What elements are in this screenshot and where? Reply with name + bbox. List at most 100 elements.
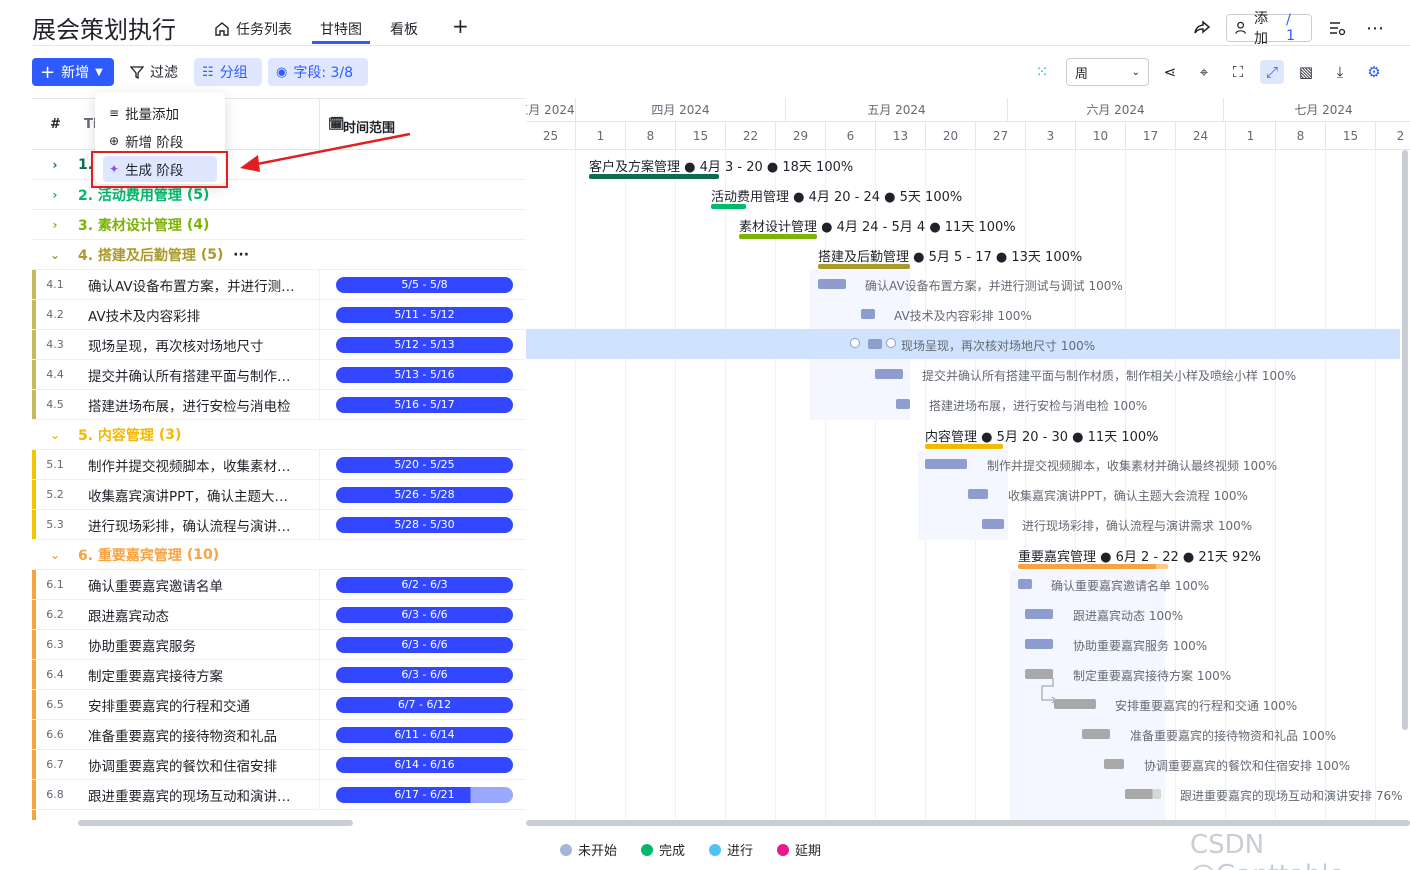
page-title: 展会策划执行 [32, 16, 176, 44]
chevron-down-icon[interactable]: ⌄ [32, 428, 78, 442]
task-bar-label: 进行现场彩排，确认流程与演讲需求 100% [1022, 519, 1253, 533]
task-bar[interactable] [861, 309, 875, 319]
table-row[interactable]: 6.2 跟进嘉宾动态 6/3 - 6/6 [32, 600, 526, 630]
range-pill: 5/28 - 5/30 [336, 516, 513, 533]
dependency-icon[interactable]: ⋖ [1158, 60, 1182, 84]
range-pill: 6/14 - 6/16 [336, 756, 513, 773]
day-header: 27 [976, 122, 1026, 150]
group-span-bar[interactable] [818, 264, 910, 269]
row-name: 收集嘉宾演讲PPT，确认主题大… [78, 480, 320, 509]
link-handle[interactable] [850, 338, 860, 348]
table-row[interactable]: 4.3 现场呈现，再次核对场地尺寸 5/12 - 5/13 [32, 330, 526, 360]
legend-item: 未开始 [560, 840, 617, 859]
menu-item-label: 新增 阶段 [125, 135, 184, 151]
table-row[interactable]: 6.7 协调重要嘉宾的餐饮和住宿安排 6/14 - 6/16 [32, 750, 526, 780]
table-row[interactable]: 4.2 AV技术及内容彩排 5/11 - 5/12 [32, 300, 526, 330]
fields-button[interactable]: ◉ 字段: 3/8 [268, 58, 368, 86]
table-row[interactable]: 6.5 安排重要嘉宾的行程和交通 6/7 - 6/12 [32, 690, 526, 720]
group-button[interactable]: ☷ 分组 [194, 58, 262, 86]
task-bar[interactable] [1054, 699, 1096, 709]
group-more-icon[interactable]: ··· [233, 247, 249, 263]
highlight-box [91, 151, 228, 188]
group-span-bar[interactable] [1018, 564, 1168, 569]
tab-kanban[interactable]: 看板 [390, 19, 418, 39]
row-num: 6.3 [46, 638, 64, 651]
task-bar[interactable] [1125, 789, 1161, 799]
task-bar[interactable] [1025, 609, 1053, 619]
table-row[interactable]: 4.5 搭建进场布展，进行安检与消电检 5/16 - 5/17 [32, 390, 526, 420]
group-span-bar[interactable] [739, 234, 817, 239]
chevron-right-icon[interactable]: › [32, 218, 78, 232]
grid-line [625, 150, 626, 820]
view-settings-icon[interactable] [1328, 14, 1346, 42]
table-row[interactable]: 5.1 制作并提交视频脚本，收集素材… 5/20 - 5/25 [32, 450, 526, 480]
row-num: 6.8 [46, 788, 64, 801]
task-bar[interactable] [968, 489, 988, 499]
table-row[interactable]: 4.4 提交并确认所有搭建平面与制作… 5/13 - 5/16 [32, 360, 526, 390]
task-bar[interactable] [1082, 729, 1110, 739]
table-scrollbar[interactable] [78, 820, 353, 826]
table-row[interactable]: 6.4 制定重要嘉宾接待方案 6/3 - 6/6 [32, 660, 526, 690]
tab-task-list[interactable]: 任务列表 [214, 19, 292, 39]
add-tab-icon[interactable]: + [452, 14, 469, 38]
gantt-group-label: 客户及方案管理 ● 4月 3 - 20 ● 18天 100% [589, 160, 854, 175]
chevron-down-icon[interactable]: ⌄ [32, 248, 78, 262]
locate-today-icon[interactable]: ⌖ [1192, 60, 1216, 84]
filter-button[interactable]: 过滤 [122, 58, 186, 86]
task-bar[interactable] [1104, 759, 1124, 769]
tab-gantt[interactable]: 甘特图 [320, 19, 362, 39]
more-icon[interactable]: ⋯ [1366, 14, 1384, 42]
critical-path-icon[interactable]: ⁙ [1030, 60, 1054, 84]
chevron-right-icon[interactable]: › [32, 158, 78, 172]
chevron-right-icon[interactable]: › [32, 188, 78, 202]
task-bar[interactable] [1018, 579, 1032, 589]
add-member-button[interactable]: 添加 / 1 [1226, 11, 1312, 47]
group-row[interactable]: › 3. 素材设计管理 (4) [32, 210, 526, 240]
table-row[interactable]: 5.2 收集嘉宾演讲PPT，确认主题大… 5/26 - 5/28 [32, 480, 526, 510]
gear-icon[interactable]: ⚙ [1362, 60, 1386, 84]
menu-item-label: 批量添加 [125, 107, 180, 123]
legend-dot [560, 843, 572, 856]
row-num: 5.2 [46, 488, 64, 501]
group-row[interactable]: ⌄ 5. 内容管理 (3) [32, 420, 526, 450]
row-num: 4.3 [46, 338, 64, 351]
task-bar[interactable] [1025, 639, 1053, 649]
baseline-icon[interactable]: ▧ [1294, 60, 1318, 84]
task-bar[interactable] [875, 369, 903, 379]
fit-screen-icon[interactable]: ⛶ [1226, 60, 1250, 84]
group-row[interactable]: ⌄ 6. 重要嘉宾管理 (10) [32, 540, 526, 570]
table-row[interactable]: 6.3 协助重要嘉宾服务 6/3 - 6/6 [32, 630, 526, 660]
group-count: (3) [158, 426, 182, 443]
table-row[interactable]: 4.1 确认AV设备布置方案，并进行测… 5/5 - 5/8 [32, 270, 526, 300]
task-bar[interactable] [868, 339, 882, 349]
time-scale-select[interactable]: 周 ⌄ [1066, 58, 1149, 86]
task-bar[interactable] [982, 519, 1004, 529]
gantt-vertical-scrollbar[interactable] [1402, 150, 1408, 730]
share-icon[interactable] [1192, 14, 1212, 42]
task-bar[interactable] [896, 399, 910, 409]
table-row[interactable]: 6.6 准备重要嘉宾的接待物资和礼品 6/11 - 6/14 [32, 720, 526, 750]
grid-line [575, 150, 576, 820]
group-span-bar[interactable] [925, 444, 1003, 449]
row-num: 6.1 [46, 578, 64, 591]
menu-item-batch-add[interactable]: ≡ 批量添加 [103, 100, 217, 126]
fullscreen-icon[interactable]: ⤢ [1260, 60, 1284, 84]
gantt-horizontal-scrollbar[interactable] [526, 820, 1410, 826]
group-span-bar[interactable] [589, 174, 719, 179]
link-handle[interactable] [886, 338, 896, 348]
day-header: 3 [1026, 122, 1076, 150]
download-icon[interactable]: ⤓ [1328, 60, 1352, 84]
task-bar[interactable] [925, 459, 967, 469]
group-span-bar[interactable] [711, 204, 746, 209]
range-pill: 5/26 - 5/28 [336, 486, 513, 503]
table-row[interactable]: 6.1 确认重要嘉宾邀请名单 6/2 - 6/3 [32, 570, 526, 600]
new-button[interactable]: + 新增 ▼ [32, 58, 114, 86]
task-bar[interactable] [818, 279, 846, 289]
group-row[interactable]: ⌄ 4. 搭建及后勤管理 (5) ··· [32, 240, 526, 270]
table-row[interactable]: 6.8 跟进重要嘉宾的现场互动和演讲… 6/17 - 6/21 [32, 780, 526, 810]
table-row[interactable]: 5.3 进行现场彩排，确认流程与演讲… 5/28 - 5/30 [32, 510, 526, 540]
day-header: 1 [1226, 122, 1276, 150]
task-bar-label: 确认重要嘉宾邀请名单 100% [1051, 579, 1210, 593]
group-count: (5) [200, 246, 224, 263]
chevron-down-icon[interactable]: ⌄ [32, 548, 78, 562]
